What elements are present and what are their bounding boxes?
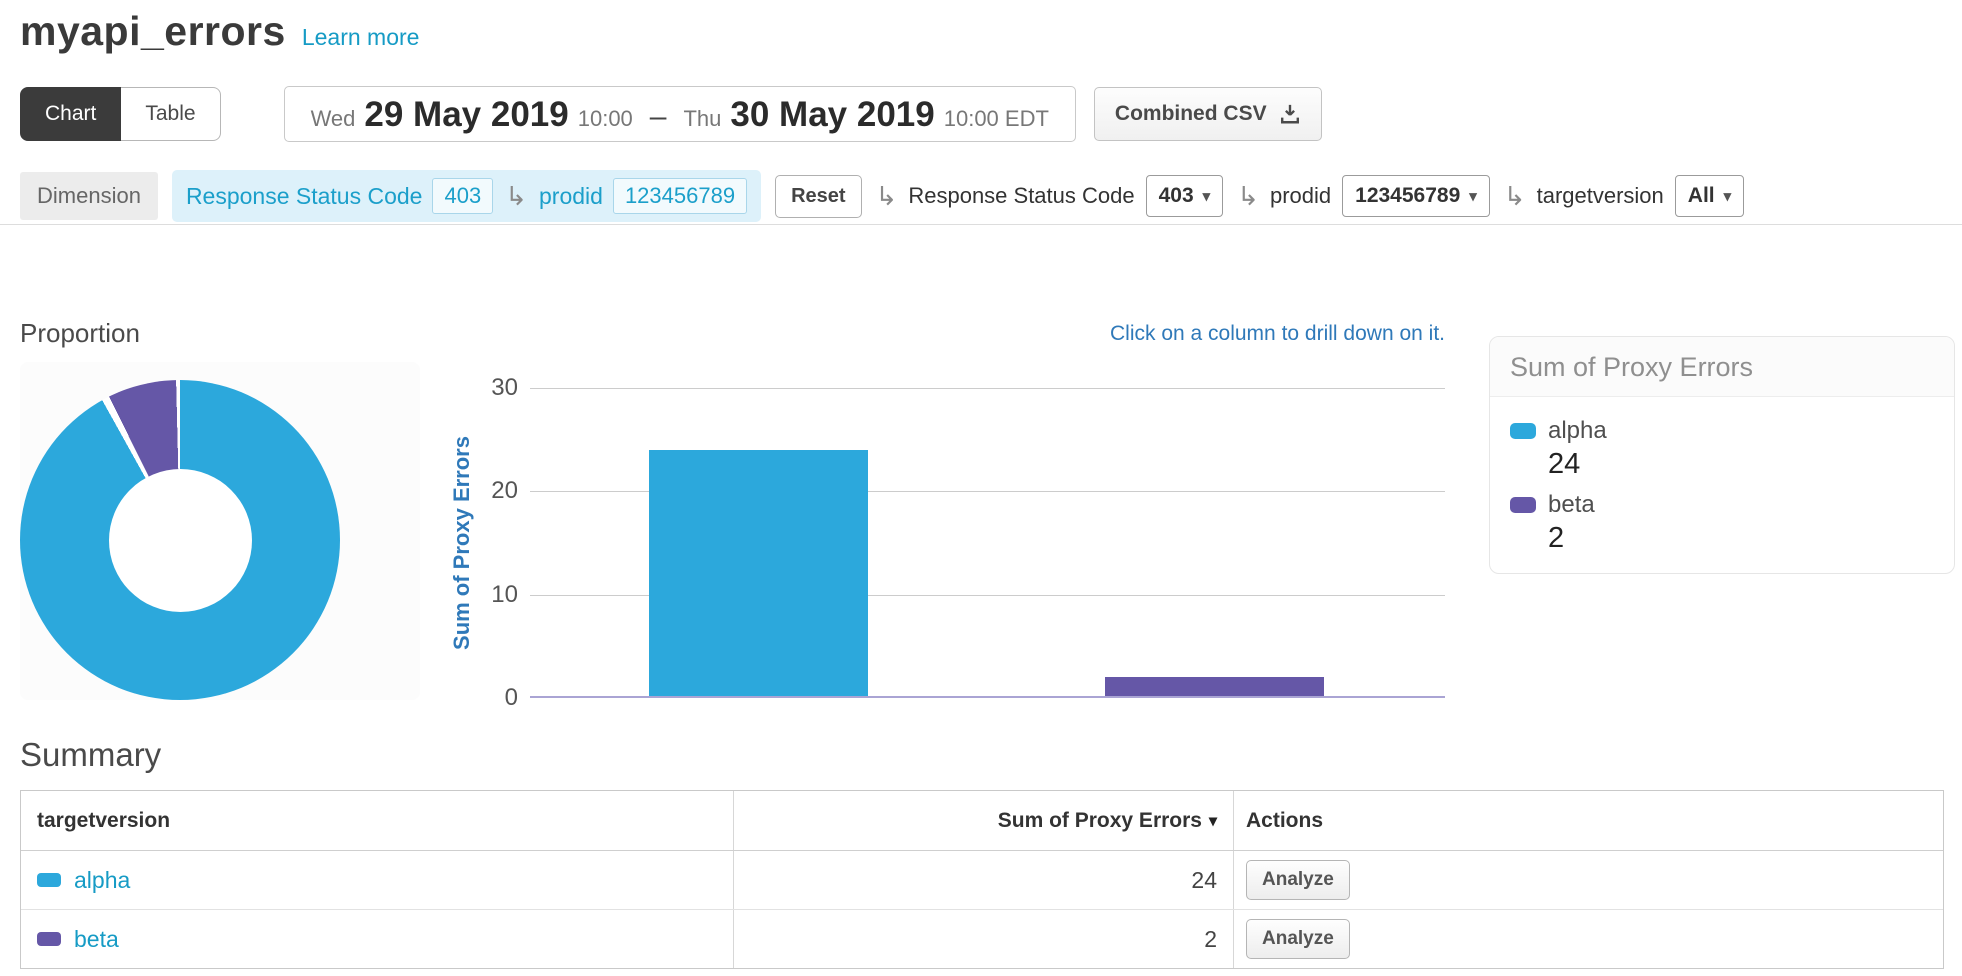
- beta-color-swatch: [1510, 497, 1536, 513]
- gridline: [530, 388, 1445, 389]
- alpha-color-swatch: [37, 873, 61, 887]
- beta-value: 2: [1548, 522, 1934, 555]
- beta-color-swatch: [37, 932, 61, 946]
- y-axis-label: Sum of Proxy Errors: [449, 436, 475, 650]
- y-tick-0: 0: [430, 683, 518, 713]
- bar-alpha[interactable]: [649, 450, 868, 698]
- summary-title: Summary: [20, 736, 161, 774]
- legend-list: alpha 24 beta 2: [1490, 397, 1954, 573]
- proportion-chart-card: [20, 362, 420, 700]
- legend-title: Sum of Proxy Errors: [1490, 337, 1954, 397]
- legend-panel: Sum of Proxy Errors alpha 24 beta 2: [1489, 336, 1955, 574]
- legend-item-alpha[interactable]: alpha 24: [1510, 417, 1934, 481]
- analyze-alpha-button[interactable]: Analyze: [1246, 860, 1350, 900]
- alpha-value: 24: [1548, 448, 1934, 481]
- summary-table-header: targetversion Sum of Proxy Errors ▾ Acti…: [21, 791, 1943, 851]
- sort-desc-icon: ▾: [1209, 811, 1217, 831]
- column-header-targetversion: targetversion: [21, 791, 733, 850]
- table-row-alpha: alpha 24 Analyze: [21, 851, 1943, 910]
- drilldown-hint-text: Click on a column to drill down on it.: [1110, 322, 1445, 346]
- proportion-title: Proportion: [20, 318, 140, 349]
- table-row-beta: beta 2 Analyze: [21, 910, 1943, 968]
- alpha-link[interactable]: alpha: [74, 867, 130, 894]
- summary-table: targetversion Sum of Proxy Errors ▾ Acti…: [20, 790, 1944, 969]
- alpha-proxy-errors-value: 24: [733, 851, 1233, 909]
- y-tick-30: 30: [430, 373, 518, 403]
- proportion-donut-chart[interactable]: [20, 380, 340, 700]
- beta-proxy-errors-value: 2: [733, 910, 1233, 968]
- column-header-sum-of-proxy-errors[interactable]: Sum of Proxy Errors ▾: [733, 791, 1233, 850]
- analyze-beta-button[interactable]: Analyze: [1246, 919, 1350, 959]
- alpha-color-swatch: [1510, 423, 1536, 439]
- beta-link[interactable]: beta: [74, 926, 119, 953]
- bar-beta[interactable]: [1105, 677, 1324, 698]
- column-header-actions: Actions: [1233, 791, 1945, 850]
- x-axis-baseline: [530, 696, 1445, 698]
- legend-item-beta[interactable]: beta 2: [1510, 491, 1934, 555]
